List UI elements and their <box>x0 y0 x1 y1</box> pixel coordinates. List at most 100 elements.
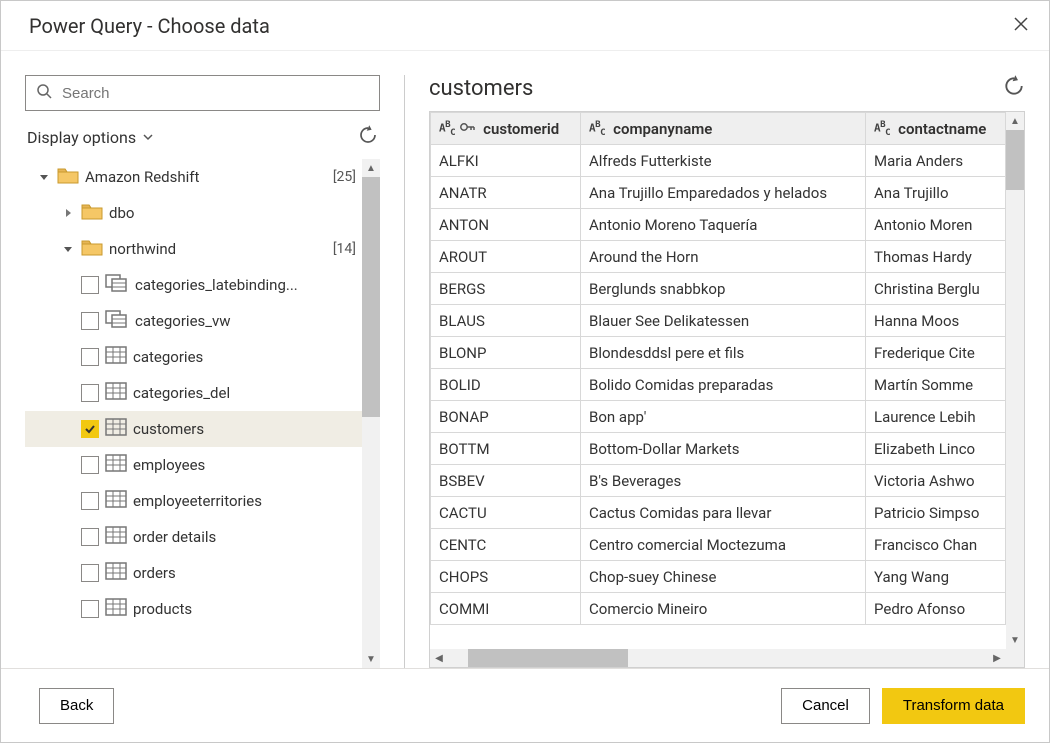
tree-node-table[interactable]: employees <box>25 447 362 483</box>
table-row[interactable]: CENTCCentro comercial MoctezumaFrancisco… <box>431 529 1006 561</box>
checkbox[interactable] <box>81 492 99 510</box>
grid-horizontal-scrollbar[interactable]: ◀ ▶ <box>430 649 1024 667</box>
table-row[interactable]: BERGSBerglunds snabbkopChristina Berglu <box>431 273 1006 305</box>
table-row[interactable]: AROUTAround the HornThomas Hardy <box>431 241 1006 273</box>
table-row[interactable]: BOLIDBolido Comidas preparadasMartín Som… <box>431 369 1006 401</box>
table-cell: Maria Anders <box>866 145 1006 177</box>
table-row[interactable]: BLONPBlondesddsl pere et filsFrederique … <box>431 337 1006 369</box>
checkbox[interactable] <box>81 600 99 618</box>
checkbox[interactable] <box>81 384 99 402</box>
table-row[interactable]: ANATRAna Trujillo Emparedados y heladosA… <box>431 177 1006 209</box>
column-header[interactable]: ABCcompanyname <box>581 113 866 145</box>
table-cell: BSBEV <box>431 465 581 497</box>
tree-node-dbo[interactable]: dbo <box>25 195 362 231</box>
tree-node-label: northwind <box>109 240 176 258</box>
tree-node-table[interactable]: employeeterritories <box>25 483 362 519</box>
table-cell: Ana Trujillo Emparedados y helados <box>581 177 866 209</box>
table-cell: Blauer See Delikatessen <box>581 305 866 337</box>
column-name: customerid <box>483 120 559 138</box>
navigator-panel: Display options <box>25 75 405 668</box>
table-cell: BLAUS <box>431 305 581 337</box>
table-row[interactable]: BLAUSBlauer See DelikatessenHanna Moos <box>431 305 1006 337</box>
scroll-up-icon[interactable]: ▲ <box>1010 112 1020 130</box>
preview-refresh-button[interactable] <box>1003 75 1025 101</box>
table-cell: Bottom-Dollar Markets <box>581 433 866 465</box>
tree-node-table[interactable]: products <box>25 591 362 627</box>
grid-vertical-scrollbar[interactable]: ▲ ▼ <box>1006 112 1024 649</box>
back-button[interactable]: Back <box>39 688 114 724</box>
scroll-thumb[interactable] <box>468 649 628 667</box>
search-input[interactable] <box>60 84 369 103</box>
table-cell: Bolido Comidas preparadas <box>581 369 866 401</box>
checkbox[interactable] <box>81 456 99 474</box>
table-row[interactable]: ANTONAntonio Moreno TaqueríaAntonio More… <box>431 209 1006 241</box>
tree-node-table[interactable]: categories <box>25 339 362 375</box>
table-cell: BLONP <box>431 337 581 369</box>
table-icon <box>105 418 127 440</box>
tree-node-label: orders <box>133 564 176 582</box>
table-row[interactable]: BSBEVB's BeveragesVictoria Ashwo <box>431 465 1006 497</box>
tree-node-northwind[interactable]: northwind [14] <box>25 231 362 267</box>
table-row[interactable]: ALFKIAlfreds FutterkisteMaria Anders <box>431 145 1006 177</box>
checkbox[interactable] <box>81 564 99 582</box>
tree-wrapper: Amazon Redshift [25] dbo <box>25 159 380 668</box>
tree-node-table[interactable]: categories_del <box>25 375 362 411</box>
table-row[interactable]: CACTUCactus Comidas para llevarPatricio … <box>431 497 1006 529</box>
tree-node-label: categories_vw <box>135 312 231 330</box>
transform-data-button[interactable]: Transform data <box>882 688 1025 724</box>
text-type-icon: ABC <box>874 119 890 138</box>
close-button[interactable] <box>1009 12 1033 40</box>
table-icon <box>105 454 127 476</box>
tree-node-table[interactable]: categories_vw <box>25 303 362 339</box>
tree-node-table[interactable]: customers <box>25 411 362 447</box>
table-cell: Blondesddsl pere et fils <box>581 337 866 369</box>
scroll-down-icon[interactable]: ▼ <box>1010 631 1020 649</box>
preview-header: customers <box>429 75 1025 101</box>
table-cell: Frederique Cite <box>866 337 1006 369</box>
display-options-row: Display options <box>27 125 378 149</box>
table-cell: ALFKI <box>431 145 581 177</box>
scroll-down-icon[interactable]: ▼ <box>366 650 376 668</box>
table-row[interactable]: CHOPSChop-suey ChineseYang Wang <box>431 561 1006 593</box>
checkbox[interactable] <box>81 312 99 330</box>
table-icon <box>105 526 127 548</box>
tree-scrollbar[interactable]: ▲ ▼ <box>362 159 380 668</box>
scroll-left-icon[interactable]: ◀ <box>430 653 448 664</box>
refresh-icon <box>358 125 378 145</box>
navigator-refresh-button[interactable] <box>358 125 378 149</box>
scroll-up-icon[interactable]: ▲ <box>366 159 376 177</box>
table-cell: Alfreds Futterkiste <box>581 145 866 177</box>
tree-node-label: categories_latebinding... <box>135 276 298 294</box>
checkbox[interactable] <box>81 348 99 366</box>
column-header[interactable]: ABCcontactname <box>866 113 1006 145</box>
tree-node-root[interactable]: Amazon Redshift [25] <box>25 159 362 195</box>
checkbox[interactable] <box>81 276 99 294</box>
tree-node-table[interactable]: categories_latebinding... <box>25 267 362 303</box>
checkbox[interactable] <box>81 420 99 438</box>
scroll-right-icon[interactable]: ▶ <box>988 653 1006 664</box>
table-row[interactable]: COMMIComercio MineiroPedro Afonso <box>431 593 1006 625</box>
cancel-button[interactable]: Cancel <box>781 688 870 724</box>
checkbox[interactable] <box>81 528 99 546</box>
scroll-thumb[interactable] <box>1006 130 1024 190</box>
column-header[interactable]: ABC customerid <box>431 113 581 145</box>
text-type-icon: ABC <box>439 119 455 138</box>
collapse-icon[interactable] <box>61 244 75 254</box>
tree-node-label: order details <box>133 528 216 546</box>
table-cell: BOTTM <box>431 433 581 465</box>
search-box[interactable] <box>25 75 380 111</box>
tree-node-table[interactable]: order details <box>25 519 362 555</box>
table-cell: Pedro Afonso <box>866 593 1006 625</box>
collapse-icon[interactable] <box>37 172 51 182</box>
scroll-thumb[interactable] <box>362 177 380 417</box>
expand-icon[interactable] <box>61 208 75 218</box>
tree-node-table[interactable]: orders <box>25 555 362 591</box>
display-options-dropdown[interactable]: Display options <box>27 128 154 147</box>
table-row[interactable]: BOTTMBottom-Dollar MarketsElizabeth Linc… <box>431 433 1006 465</box>
text-type-icon: ABC <box>589 119 605 138</box>
table-cell: Bon app' <box>581 401 866 433</box>
table-cell: BERGS <box>431 273 581 305</box>
table-cell: BOLID <box>431 369 581 401</box>
table-row[interactable]: BONAPBon app'Laurence Lebih <box>431 401 1006 433</box>
tree-node-label: Amazon Redshift <box>85 168 199 186</box>
